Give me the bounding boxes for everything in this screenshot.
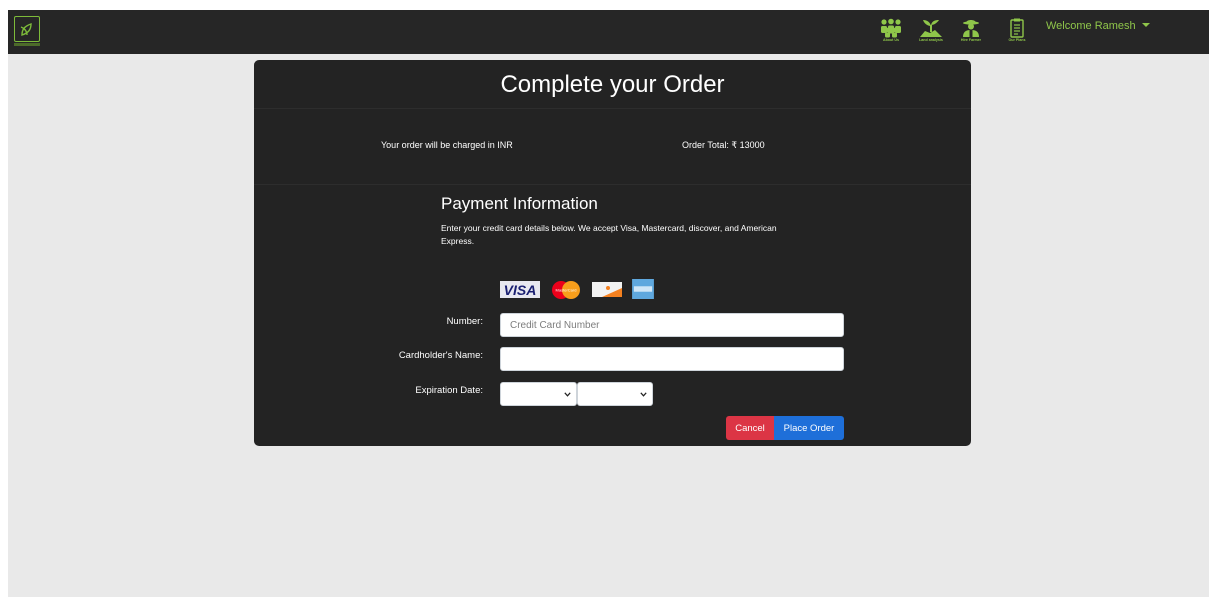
cardholder-name-label: Cardholder's Name:: [398, 350, 483, 361]
our-plans-nav[interactable]: Our Plans: [1001, 18, 1033, 48]
hire-farmer-caption: Hire Farmer: [960, 38, 982, 42]
about-us-icon: [881, 18, 901, 38]
logo-underline: [14, 43, 40, 46]
currency-info: Your order will be charged in INR: [381, 140, 513, 150]
top-navbar: About Us Land analysis Hire Farmer Our P…: [8, 10, 1209, 54]
land-analysis-nav[interactable]: Land analysis: [915, 18, 947, 48]
land-analysis-caption: Land analysis: [919, 38, 943, 42]
order-total: Order Total: ₹ 13000: [682, 140, 765, 150]
caret-down-icon: [1141, 23, 1150, 27]
order-card: Complete your Order Your order will be c…: [254, 60, 971, 446]
svg-text:VISA: VISA: [504, 282, 537, 298]
expiration-month-select[interactable]: [500, 382, 577, 406]
visa-logo-icon: VISA: [500, 281, 540, 298]
page-background: About Us Land analysis Hire Farmer Our P…: [8, 10, 1209, 597]
about-us-caption: About Us: [883, 38, 899, 42]
hire-farmer-nav[interactable]: Hire Farmer: [955, 18, 987, 48]
cancel-button[interactable]: Cancel: [726, 416, 774, 440]
chevron-down-icon: [564, 392, 571, 397]
card-number-input[interactable]: [500, 313, 844, 337]
discover-logo-icon: [592, 282, 622, 297]
divider: [254, 184, 971, 185]
payment-description: Enter your credit card details below. We…: [441, 223, 777, 246]
american-express-logo-icon: [632, 279, 654, 299]
cardholder-name-input[interactable]: [500, 347, 844, 371]
number-label: Number:: [446, 316, 483, 327]
chevron-down-icon: [640, 392, 647, 397]
welcome-text: Welcome Ramesh: [1046, 20, 1136, 32]
our-plans-icon: [1010, 18, 1024, 38]
place-order-button[interactable]: Place Order: [774, 416, 844, 440]
land-analysis-icon: [920, 20, 942, 37]
payment-title: Payment Information: [441, 194, 598, 213]
leaf-logo-icon[interactable]: [14, 16, 40, 42]
user-menu-dropdown[interactable]: Welcome Ramesh: [1046, 20, 1150, 32]
mastercard-logo-icon: MasterCard: [552, 281, 580, 299]
page-title: Complete your Order: [500, 71, 725, 98]
about-us-nav[interactable]: About Us: [875, 18, 907, 48]
our-plans-caption: Our Plans: [1008, 38, 1026, 42]
accepted-cards: VISA MasterCard: [500, 278, 655, 300]
hire-farmer-icon: [963, 20, 979, 37]
expiration-date-label: Expiration Date:: [415, 385, 483, 396]
svg-text:MasterCard: MasterCard: [556, 288, 577, 293]
divider: [254, 108, 971, 109]
expiration-year-select[interactable]: [577, 382, 653, 406]
